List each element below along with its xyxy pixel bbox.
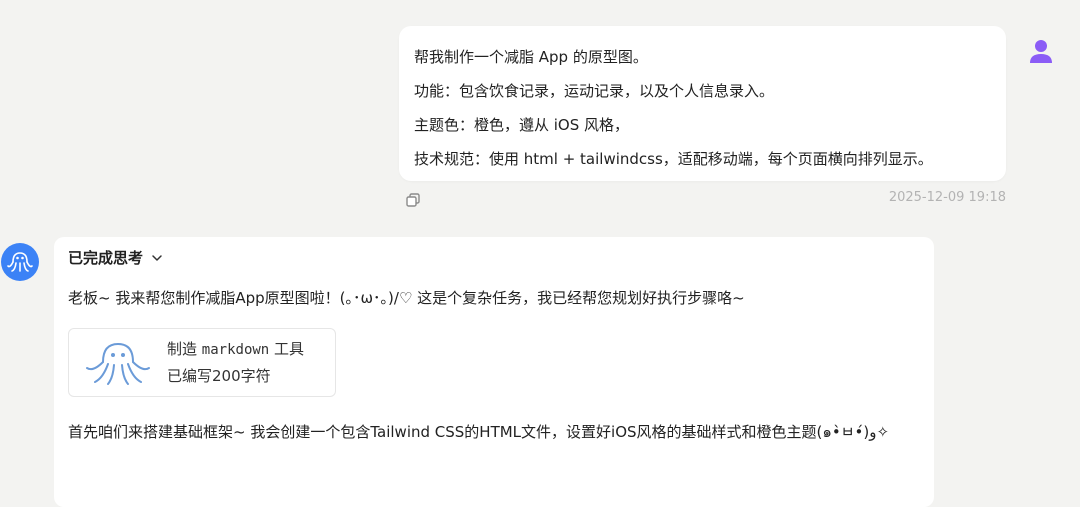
message-timestamp: 2025-12-09 19:18: [888, 190, 1006, 205]
octopus-icon: [7, 252, 33, 272]
thinking-toggle[interactable]: 已完成思考: [68, 247, 163, 268]
assistant-avatar: [1, 243, 39, 281]
user-message-line: 主题色：橙色，遵从 iOS 风格，: [414, 116, 630, 134]
tool-call-card[interactable]: 制造 markdown 工具 已编写200字符: [68, 328, 336, 397]
assistant-message-card: 已完成思考 老板~ 我来帮您制作减脂App原型图啦！(｡･ω･｡)/♡ 这是个复…: [54, 237, 934, 507]
thinking-label: 已完成思考: [68, 249, 144, 267]
copy-icon[interactable]: [405, 192, 421, 208]
octopus-icon: [86, 342, 150, 385]
user-message-bubble: 帮我制作一个减脂 App 的原型图。 功能：包含饮食记录，运动记录，以及个人信息…: [399, 26, 1006, 181]
tool-name: 制造 markdown 工具: [167, 338, 304, 359]
tool-identifier: markdown: [201, 342, 270, 358]
assistant-intro-text: 老板~ 我来帮您制作减脂App原型图啦！(｡･ω･｡)/♡ 这是个复杂任务，我已…: [68, 289, 745, 307]
tool-status: 已编写200字符: [167, 367, 271, 385]
assistant-paragraph: 首先咱们来搭建基础框架~ 我会创建一个包含Tailwind CSS的HTML文件…: [68, 423, 890, 441]
tool-suffix: 工具: [274, 340, 305, 358]
user-message-line: 帮我制作一个减脂 App 的原型图。: [414, 48, 648, 66]
user-message-line: 功能：包含饮食记录，运动记录，以及个人信息录入。: [414, 82, 775, 100]
chevron-down-icon: [152, 254, 162, 261]
user-message-line: 技术规范：使用 html + tailwindcss，适配移动端，每个页面横向排…: [414, 150, 933, 168]
user-avatar-icon[interactable]: [1026, 36, 1056, 66]
tool-prefix: 制造: [167, 340, 198, 358]
